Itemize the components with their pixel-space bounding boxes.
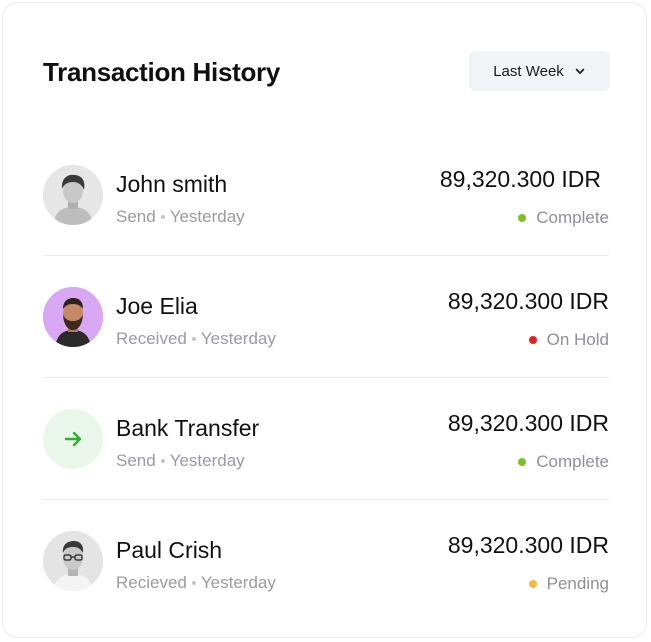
status-label: Pending bbox=[546, 574, 609, 593]
avatar bbox=[43, 531, 103, 591]
separator-dot bbox=[191, 581, 196, 585]
status-badge: Complete bbox=[518, 452, 609, 472]
period-filter-dropdown[interactable]: Last Week bbox=[469, 51, 610, 91]
arrow-right-icon bbox=[43, 409, 103, 469]
status-dot bbox=[528, 580, 537, 588]
transaction-meta: Received Yesterday bbox=[116, 329, 276, 349]
transaction-meta: Recieved Yesterday bbox=[116, 573, 276, 593]
separator-dot bbox=[160, 215, 165, 219]
status-dot bbox=[518, 458, 527, 466]
transaction-type: Send bbox=[116, 207, 156, 226]
separator-dot bbox=[191, 337, 196, 341]
period-filter-label: Last Week bbox=[493, 62, 564, 80]
page-title: Transaction History bbox=[43, 57, 281, 87]
transaction-time: Yesterday bbox=[169, 451, 245, 470]
separator-dot bbox=[160, 459, 165, 463]
transaction-time: Yesterday bbox=[200, 329, 276, 348]
status-badge: Pending bbox=[528, 574, 609, 594]
person-photo-icon bbox=[43, 287, 103, 347]
status-label: Complete bbox=[536, 208, 609, 227]
person-photo-icon bbox=[43, 531, 103, 591]
transaction-name: Bank Transfer bbox=[116, 415, 260, 441]
transaction-row[interactable]: Paul Crish Recieved Yesterday 89,320.300… bbox=[43, 501, 609, 622]
avatar bbox=[43, 409, 103, 469]
transaction-row[interactable]: Joe Elia Received Yesterday 89,320.300 I… bbox=[43, 257, 609, 378]
transaction-row[interactable]: John smith Send Yesterday 89,320.300 IDR… bbox=[43, 135, 609, 256]
transaction-amount: 89,320.300 IDR bbox=[447, 288, 609, 314]
transaction-amount: 89,320.300 IDR bbox=[439, 166, 601, 192]
status-badge: On Hold bbox=[528, 330, 609, 350]
chevron-down-icon bbox=[575, 68, 585, 74]
transaction-amount: 89,320.300 IDR bbox=[447, 410, 609, 436]
transaction-amount: 89,320.300 IDR bbox=[447, 532, 609, 558]
avatar bbox=[43, 165, 103, 225]
status-dot bbox=[518, 214, 527, 222]
transaction-name: Joe Elia bbox=[116, 293, 198, 319]
transaction-name: John smith bbox=[116, 171, 228, 197]
status-badge: Complete bbox=[518, 208, 609, 228]
person-photo-icon bbox=[43, 165, 103, 225]
transaction-history-card: Transaction History Last Week John smith… bbox=[2, 2, 647, 638]
transaction-meta: Send Yesterday bbox=[116, 207, 245, 227]
transaction-type: Received bbox=[116, 329, 187, 348]
avatar bbox=[43, 287, 103, 347]
transaction-type: Send bbox=[116, 451, 156, 470]
status-dot bbox=[528, 336, 537, 344]
transaction-meta: Send Yesterday bbox=[116, 451, 245, 471]
transaction-time: Yesterday bbox=[200, 573, 276, 592]
transaction-type: Recieved bbox=[116, 573, 187, 592]
status-label: Complete bbox=[536, 452, 609, 471]
transaction-time: Yesterday bbox=[169, 207, 245, 226]
status-label: On Hold bbox=[546, 330, 609, 349]
transaction-row[interactable]: Bank Transfer Send Yesterday 89,320.300 … bbox=[43, 379, 609, 500]
transaction-name: Paul Crish bbox=[116, 537, 223, 563]
